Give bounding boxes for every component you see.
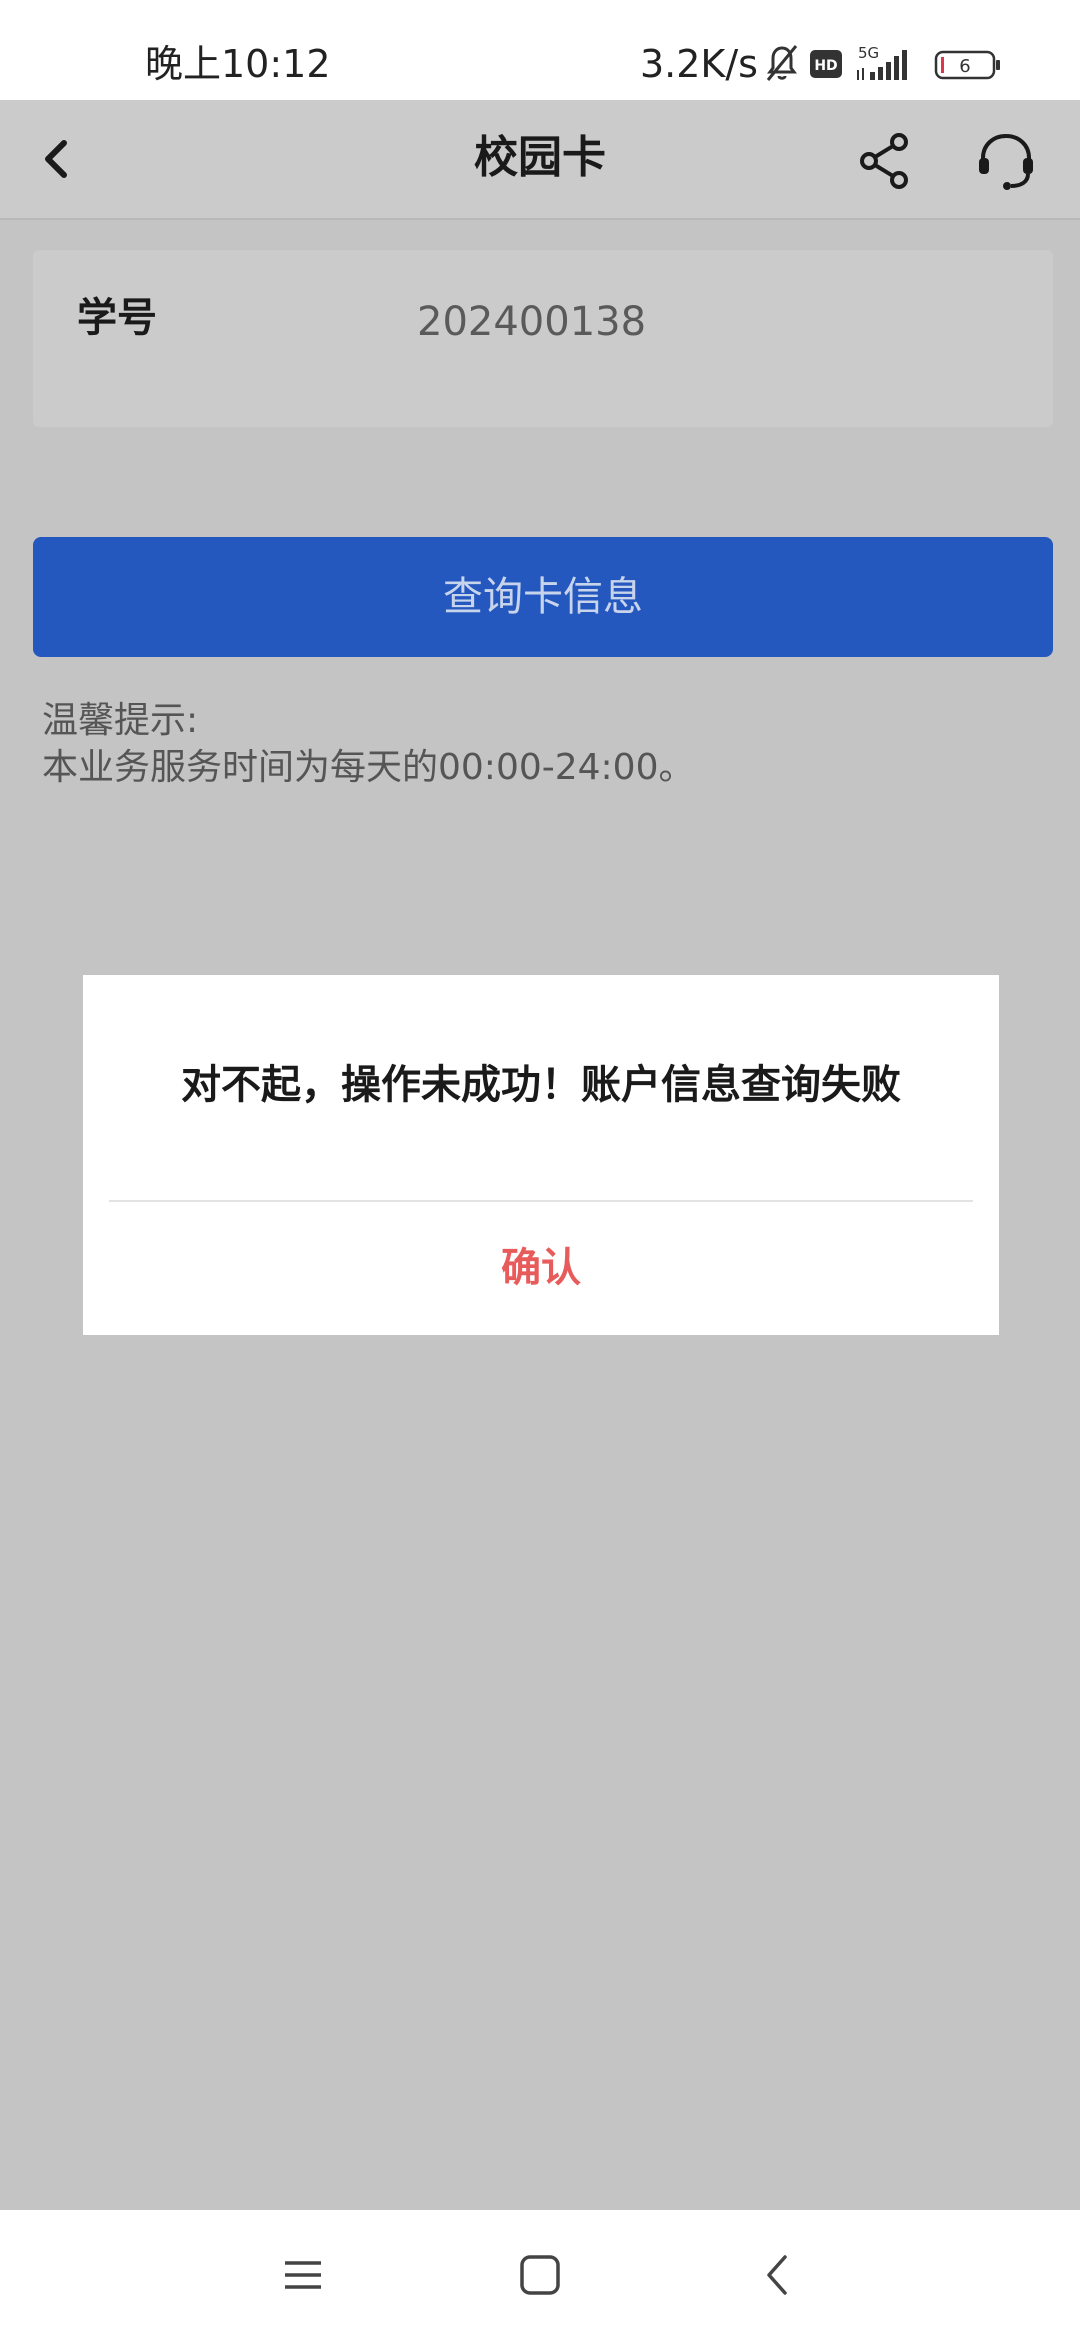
network-speed: 3.2K/s — [640, 42, 758, 86]
dialog-message: 对不起，操作未成功！账户信息查询失败 — [181, 1062, 901, 1108]
svg-text:HD: HD — [814, 58, 837, 74]
tips-title: 温馨提示: — [42, 700, 199, 741]
student-id-row: 学号 — [33, 250, 1053, 427]
home-icon — [520, 2255, 560, 2295]
student-id-label: 学号 — [77, 295, 157, 341]
share-icon — [860, 133, 908, 189]
signal-5g-icon: 5G — [857, 44, 907, 80]
recent-apps-button[interactable] — [263, 2235, 343, 2315]
system-back-button[interactable] — [737, 2235, 817, 2315]
menu-icon — [285, 2261, 321, 2289]
customer-service-button[interactable] — [975, 130, 1037, 192]
hd-icon: HD — [810, 50, 842, 78]
status-bar: 晚上10:12 3.2K/s HD 5G 6 — [0, 0, 1080, 100]
customer-service-icon — [979, 133, 1033, 190]
back-icon — [767, 2255, 787, 2295]
dialog-divider — [109, 1200, 973, 1202]
tips-section: 温馨提示: 本业务服务时间为每天的00:00-24:00。 — [42, 697, 1042, 791]
svg-text:6: 6 — [959, 56, 970, 77]
tips-text: 本业务服务时间为每天的00:00-24:00。 — [42, 747, 695, 788]
share-button[interactable] — [855, 130, 915, 190]
mute-bell-icon — [766, 45, 798, 81]
back-arrow-icon — [45, 140, 67, 178]
svg-text:5G: 5G — [858, 44, 879, 62]
status-time: 晚上10:12 — [145, 42, 331, 86]
query-card-info-button[interactable]: 查询卡信息 — [33, 537, 1053, 657]
status-icons: HD 5G 6 — [766, 44, 1000, 81]
student-id-field[interactable] — [417, 294, 977, 350]
battery-icon: 6 — [934, 50, 1000, 80]
error-dialog: 对不起，操作未成功！账户信息查询失败 确认 — [83, 975, 999, 1335]
system-nav-bar — [0, 2210, 1080, 2340]
home-button[interactable] — [500, 2235, 580, 2315]
header-bar: 校园卡 — [0, 100, 1080, 220]
confirm-button[interactable]: 确认 — [83, 1203, 999, 1333]
back-button[interactable] — [30, 127, 90, 191]
page-title: 校园卡 — [474, 132, 606, 183]
